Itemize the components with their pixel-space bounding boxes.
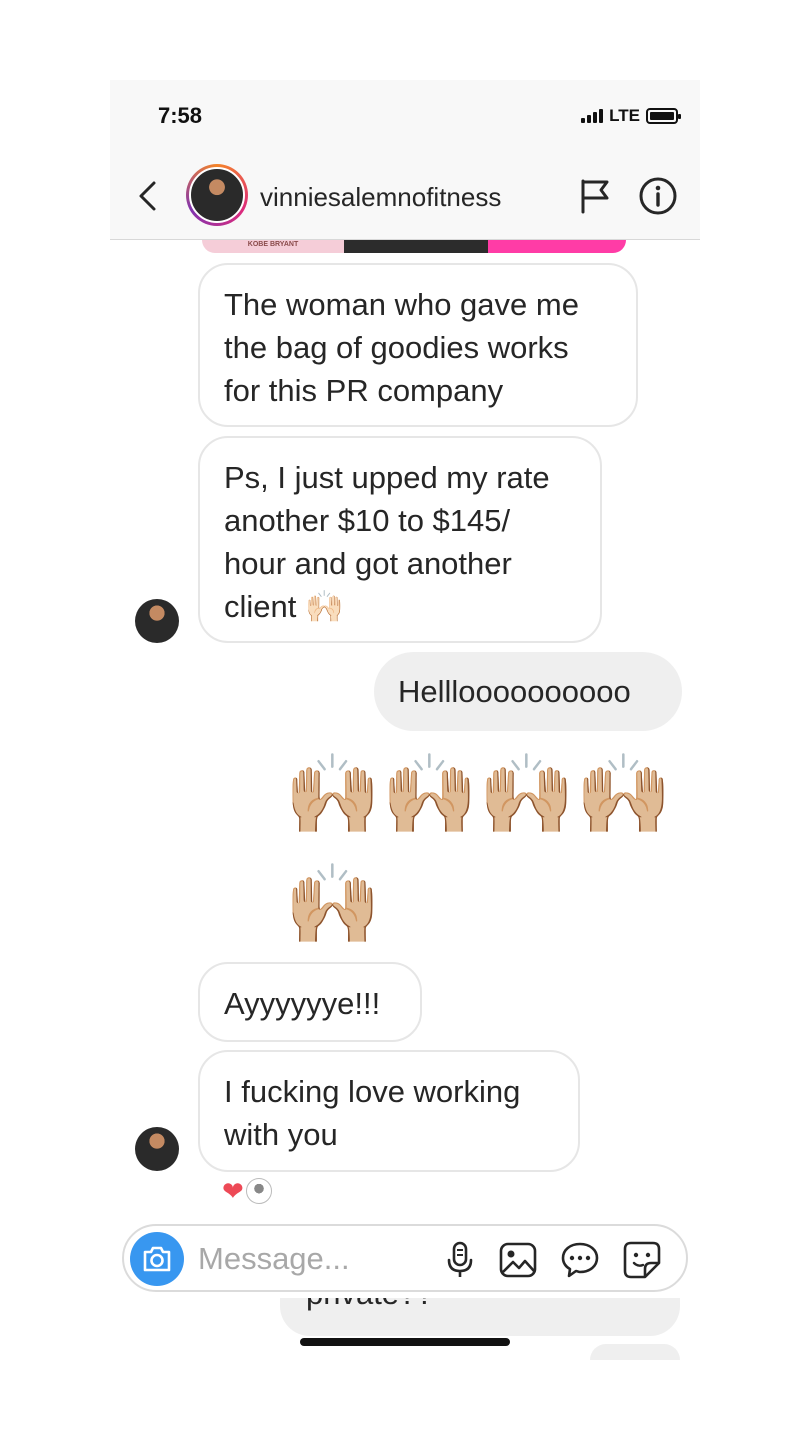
flag-icon[interactable] <box>580 178 610 214</box>
message-bubble-incoming[interactable]: Ayyyyyye!!! <box>198 962 422 1042</box>
info-icon[interactable] <box>638 176 678 216</box>
message-bubble-incoming[interactable]: I fucking love working with you <box>198 1050 580 1172</box>
message-reactions[interactable]: ❤ <box>222 1178 272 1204</box>
message-bubble-outgoing[interactable]: Hellloooooooooo <box>374 652 682 731</box>
partial-message-text: private?? <box>306 1298 434 1312</box>
status-bar: 7:58 LTE <box>110 80 700 152</box>
message-bubble-incoming[interactable]: Ps, I just upped my rate another $10 to … <box>198 436 602 643</box>
message-bubble-partial <box>590 1344 680 1360</box>
message-composer <box>122 1224 688 1292</box>
back-arrow-icon[interactable] <box>136 180 160 212</box>
signal-icon <box>581 109 604 123</box>
sender-avatar[interactable] <box>135 599 179 643</box>
camera-icon <box>143 1246 171 1272</box>
more-options-icon[interactable] <box>560 1240 600 1280</box>
message-bubble-incoming[interactable]: The woman who gave me the bag of goodies… <box>198 263 638 427</box>
emoji-message[interactable]: 🙌🏼🙌🏼🙌🏼🙌🏼 <box>284 748 672 840</box>
microphone-icon[interactable] <box>440 1240 480 1280</box>
emoji-message[interactable]: 🙌🏼 <box>284 858 381 950</box>
shared-post-preview[interactable]: KOBE BRYANT <box>202 240 626 253</box>
reactor-avatar <box>245 1178 272 1204</box>
phone-screen: 7:58 LTE vinniesalemnofitness KOBE BRYAN… <box>110 80 700 1360</box>
battery-icon <box>646 108 681 124</box>
status-time: 7:58 <box>158 103 203 128</box>
status-indicators: LTE <box>581 106 681 126</box>
heart-icon: ❤ <box>222 1176 244 1206</box>
sticker-icon[interactable] <box>622 1240 662 1280</box>
gallery-icon[interactable] <box>498 1240 538 1280</box>
home-indicator[interactable] <box>300 1338 510 1346</box>
message-input[interactable] <box>198 1240 428 1278</box>
chat-header: vinniesalemnofitness <box>110 152 700 240</box>
message-bubble-outgoing-partial[interactable]: private?? <box>280 1298 680 1336</box>
header-avatar[interactable] <box>186 164 248 226</box>
network-label: LTE <box>609 106 640 125</box>
sender-avatar[interactable] <box>135 1127 179 1171</box>
shared-post-caption: KOBE BRYANT <box>202 240 344 253</box>
chat-username[interactable]: vinniesalemnofitness <box>260 182 501 213</box>
camera-button[interactable] <box>130 1232 184 1286</box>
